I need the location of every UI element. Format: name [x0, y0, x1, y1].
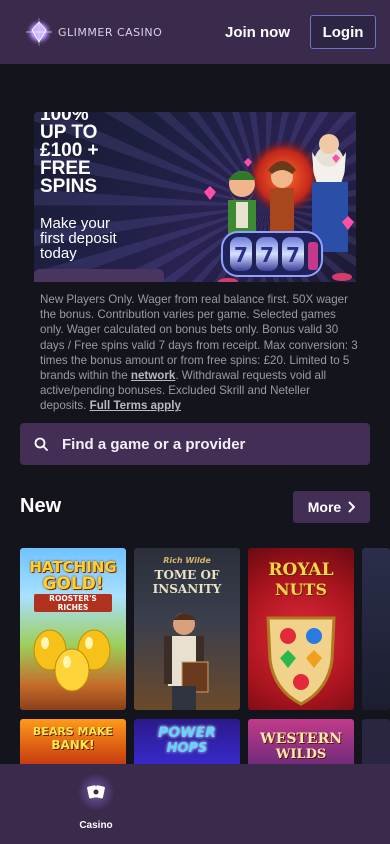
subline-line: first deposit	[40, 230, 117, 247]
game-tile-tome-of-insanity[interactable]: Rich Wilde TOME OF INSANITY	[134, 548, 240, 710]
game-title-line: HOPS	[166, 741, 208, 756]
game-title-line: NUTS	[274, 580, 328, 599]
game-title-line: BANK!	[51, 738, 95, 752]
nav-icon-glow	[76, 774, 116, 810]
game-tile-royal-nuts[interactable]: ROYAL NUTS	[248, 548, 354, 710]
banner-subline: Make your first deposit today	[40, 216, 160, 261]
logo[interactable]: GLIMMER CASINO	[24, 17, 162, 47]
game-brand: Rich Wilde	[163, 556, 211, 565]
logo-text: GLIMMER CASINO	[58, 25, 163, 39]
game-title-line: BEARS MAKE	[32, 725, 114, 738]
bottom-navigation: Casino	[0, 764, 390, 844]
banner-cta-button[interactable]	[34, 269, 164, 282]
login-button[interactable]: Login	[310, 15, 376, 49]
game-title-line: WESTERN	[259, 731, 343, 747]
search-placeholder: Find a game or a provider	[62, 435, 246, 453]
chevron-right-icon	[348, 501, 356, 513]
game-title-line: POWER	[158, 725, 216, 741]
search-icon	[34, 437, 48, 451]
game-title-line: TOME OF	[154, 568, 220, 582]
network-link[interactable]: network	[131, 369, 175, 382]
explorer-character-art	[164, 613, 209, 710]
subline-line: today	[40, 245, 77, 262]
game-title-line: INSANITY	[152, 582, 222, 596]
game-title-line: WILDS	[275, 747, 327, 762]
bonus-terms-text: New Players Only. Wager from real balanc…	[40, 292, 358, 414]
svg-text:7: 7	[234, 243, 248, 267]
slot-characters-illustration: 7 7 7	[204, 134, 354, 282]
game-tile-hatching-gold[interactable]: HATCHING GOLD! ROOSTER'S RICHES	[20, 548, 126, 710]
game-tile-power-hops[interactable]: POWER HOPS	[134, 719, 240, 769]
banner-headline: 100% UP TO £100 + FREE SPINS	[40, 112, 170, 196]
nav-item-casino[interactable]: Casino	[70, 774, 122, 834]
game-tile-partial[interactable]	[362, 719, 390, 769]
full-terms-link[interactable]: Full Terms apply	[90, 399, 181, 412]
game-search-bar[interactable]: Find a game or a provider	[20, 423, 370, 465]
jeweled-shield-art	[266, 616, 336, 706]
more-button-label: More	[307, 499, 342, 515]
game-title-line: GOLD!	[42, 574, 104, 594]
golden-eggs-art	[33, 629, 111, 692]
cards-icon	[87, 785, 105, 799]
promo-banner[interactable]: 100% UP TO £100 + FREE SPINS Make your f…	[34, 112, 356, 282]
nav-label-casino: Casino	[79, 820, 113, 831]
more-button[interactable]: More	[293, 491, 370, 523]
section-title-new: New	[20, 495, 62, 517]
game-tile-partial[interactable]	[362, 548, 390, 710]
svg-text:7: 7	[260, 243, 274, 267]
top-header: GLIMMER CASINO Join now Login	[0, 0, 390, 64]
headline-line: SPINS	[40, 176, 98, 197]
join-now-button[interactable]: Join now	[225, 24, 290, 41]
game-title-line: ROYAL	[268, 560, 334, 580]
game-tile-western-wilds[interactable]: WESTERN WILDS	[248, 719, 354, 769]
gem-logo-icon	[24, 17, 54, 47]
svg-text:7: 7	[286, 243, 300, 267]
game-tile-bears-make-bank[interactable]: BEARS MAKE BANK!	[20, 719, 126, 769]
subline-line: Make your	[40, 215, 111, 232]
